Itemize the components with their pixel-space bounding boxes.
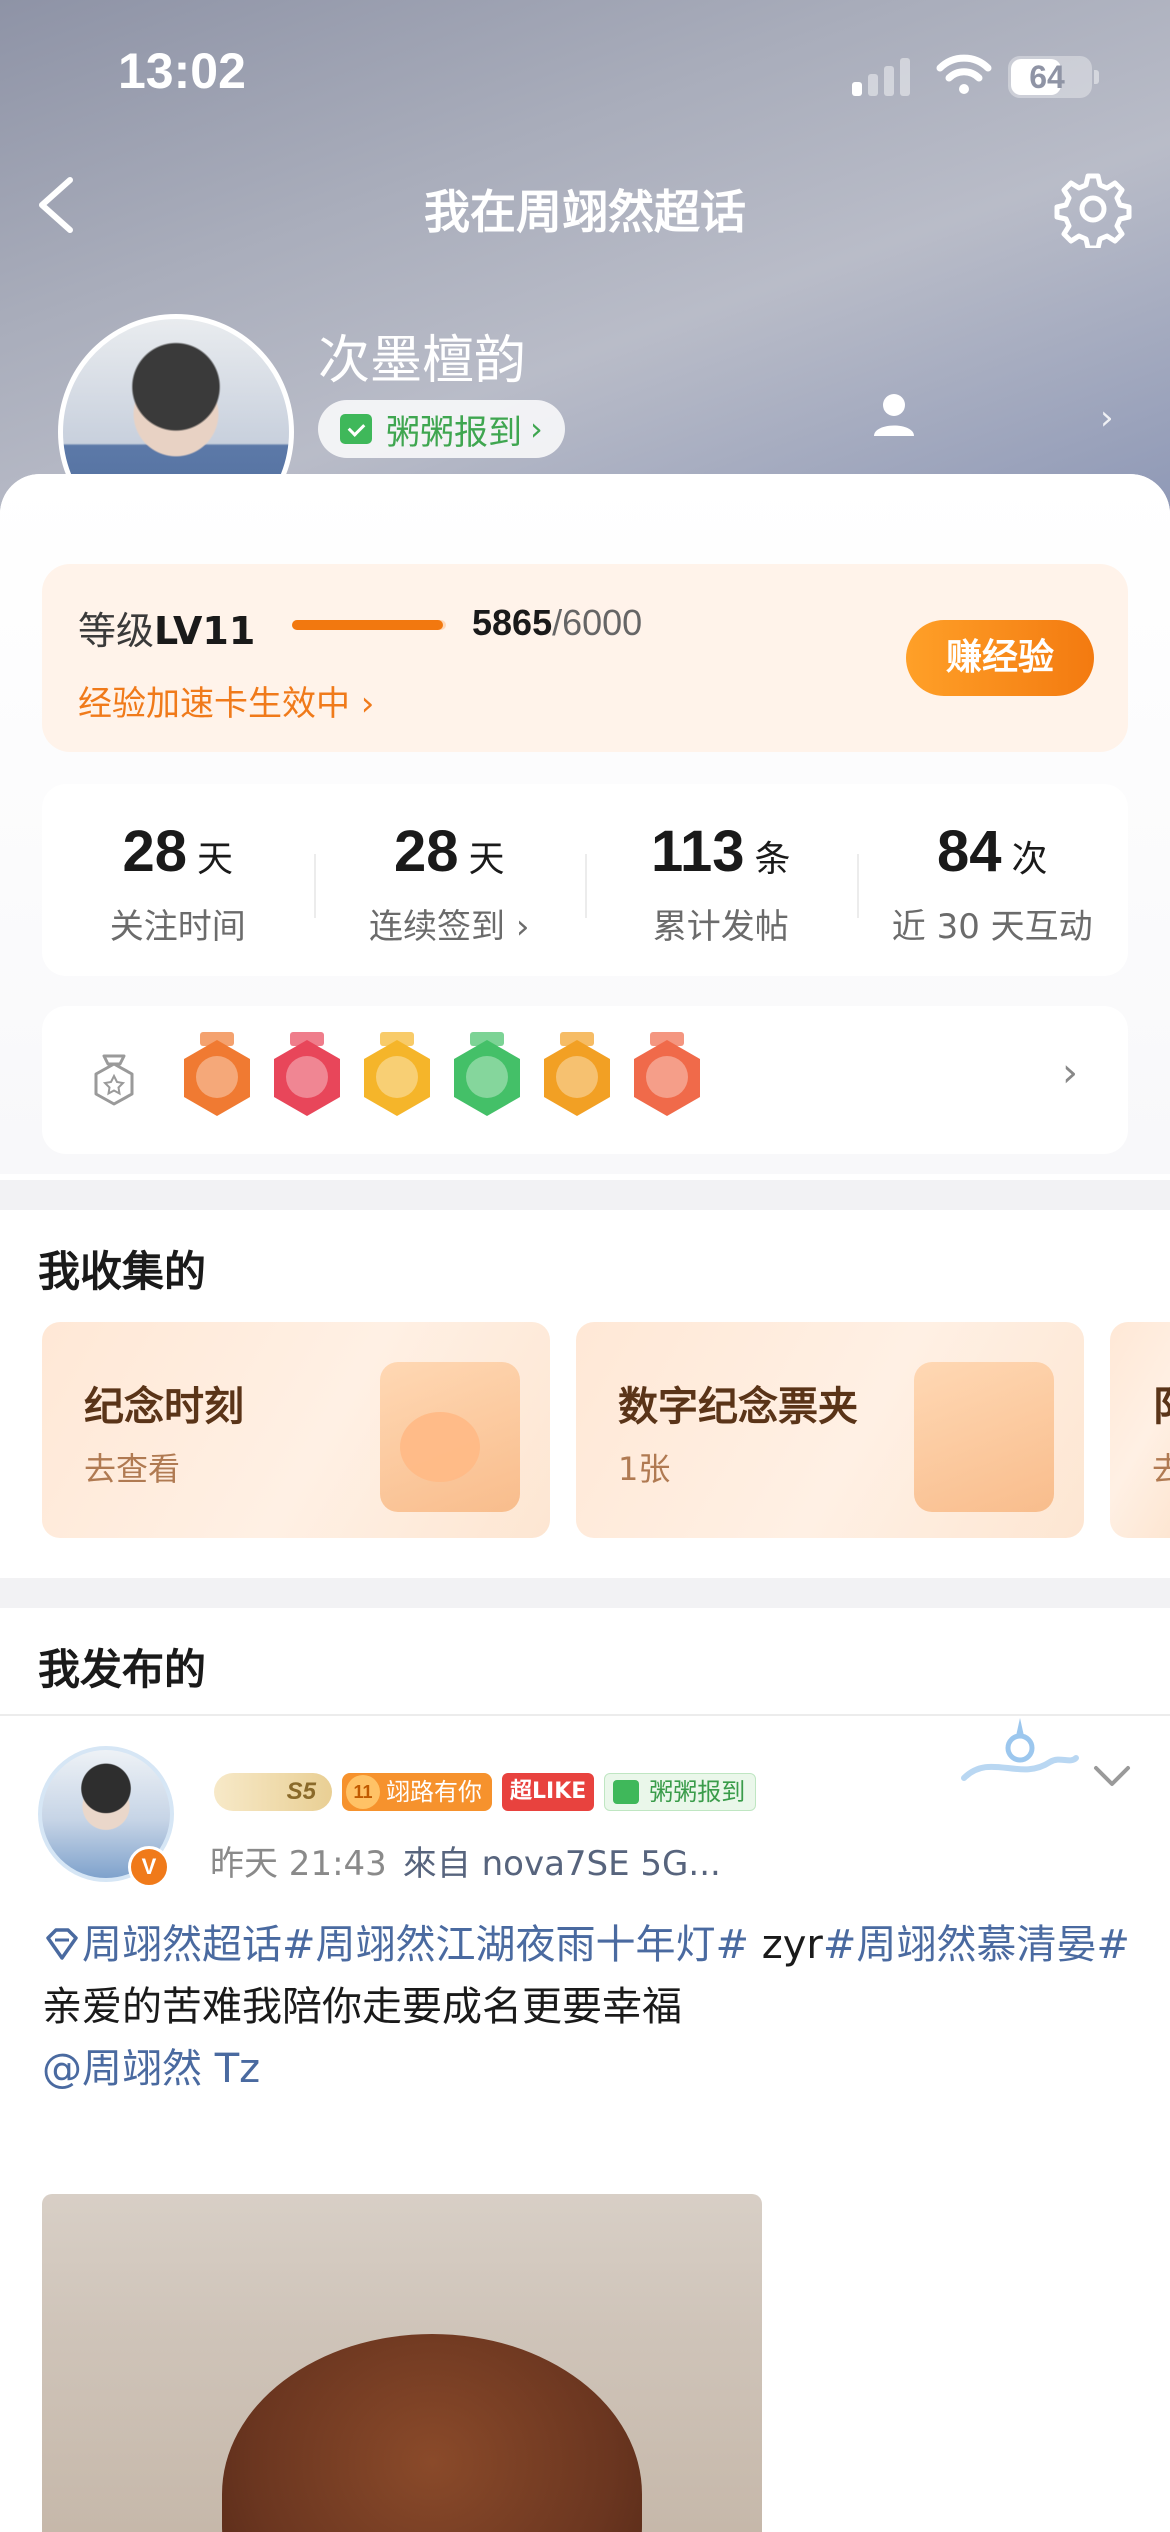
collect-card-subtitle: 去查看: [84, 1450, 181, 1488]
user-name: 次墨檀韵: [318, 331, 527, 391]
badge-core: [286, 1056, 328, 1098]
post-topics-line: 周翊然超话#周翊然江湖夜雨十年灯# zyr#周翊然慕清晏#: [42, 1914, 1132, 1976]
level-progress-bar: [292, 620, 446, 630]
stat-unit: 天: [197, 839, 234, 880]
collections-title: 我收集的: [38, 1247, 207, 1296]
hi-badge[interactable]: [364, 1032, 430, 1122]
badges-row[interactable]: ›: [42, 1006, 1128, 1154]
tag-super-like[interactable]: 超LIKE: [502, 1773, 595, 1811]
post-image[interactable]: [42, 2194, 762, 2532]
decoration-icon: [961, 1718, 1079, 1781]
collect-card-title: 阝: [1152, 1374, 1170, 1432]
post-time: 昨天 21:43: [210, 1844, 387, 1884]
wifi-icon: [936, 54, 992, 94]
status-bar: 13:02 64: [0, 0, 1170, 150]
badge-core: [376, 1056, 418, 1098]
gear-icon[interactable]: [1054, 170, 1132, 248]
post-text-line: 亲爱的苦难我陪你走要成名更要幸福: [42, 1984, 682, 2030]
stat-label: 近 30 天互动: [891, 907, 1093, 947]
chevron-right-icon[interactable]: ›: [1062, 1050, 1078, 1096]
collect-card-subtitle: 去: [1152, 1450, 1170, 1488]
stat-label: 连续签到 ›: [369, 907, 530, 947]
person-icon[interactable]: [872, 392, 916, 438]
stat-unit: 天: [468, 839, 505, 880]
exp-max: /6000: [552, 602, 643, 643]
stat-label: 关注时间: [109, 907, 246, 947]
stat-value: 113: [650, 819, 745, 884]
stat-value: 84: [936, 819, 1002, 884]
battery-icon: 64: [1008, 56, 1092, 98]
level-stats-area: 等级LV11 5865/6000 经验加速卡生效中 › 赚经验 28 天 关注时间…: [0, 474, 1170, 1174]
section-divider: [0, 1180, 1170, 1210]
badge-core: [466, 1056, 508, 1098]
page-title: 我在周翊然超话: [424, 185, 746, 239]
rock-badge[interactable]: [634, 1032, 700, 1122]
collect-card-partial[interactable]: 阝 去: [1110, 1322, 1170, 1538]
ticket-icon: [914, 1362, 1054, 1512]
badge-core: [646, 1056, 688, 1098]
collect-card-moments[interactable]: 纪念时刻 去查看: [42, 1322, 550, 1538]
mention-link[interactable]: @周翊然 Tz: [42, 2038, 1132, 2100]
section-divider: [0, 1578, 1170, 1608]
battery-tip: [1094, 70, 1099, 84]
level-prefix: 等级: [78, 609, 155, 653]
battery-level: 64: [1029, 59, 1065, 95]
post-verified-badge: V: [128, 1846, 170, 1888]
stat-unit: 次: [1011, 839, 1048, 880]
post-tags: S5 翊路有你 超LIKE 粥粥报到: [214, 1770, 757, 1814]
badge-shield-icon: [94, 1054, 134, 1106]
badge-core: [196, 1056, 238, 1098]
trophy-badge[interactable]: [274, 1032, 340, 1122]
level-exp: 5865/6000: [472, 602, 642, 644]
stat-value: 28: [122, 819, 187, 884]
checkin-label: 粥粥报到: [386, 412, 522, 453]
chevron-down-icon[interactable]: [1092, 1764, 1132, 1788]
signal-icon: [852, 56, 916, 96]
post-body: 周翊然超话#周翊然江湖夜雨十年灯# zyr#周翊然慕清晏# 亲爱的苦难我陪你走要…: [42, 1914, 1132, 2100]
posts-title: 我发布的: [38, 1645, 207, 1694]
collect-card-tickets[interactable]: 数字纪念票夹 1张: [576, 1322, 1084, 1538]
status-time: 13:02: [118, 43, 246, 99]
header-chevron-icon[interactable]: ›: [1100, 398, 1114, 438]
stat-unit: 条: [754, 839, 791, 880]
stat-interactions: 84 次 近 30 天互动: [856, 784, 1129, 976]
level-progress-fill: [292, 620, 443, 630]
heart-icon: [400, 1412, 480, 1482]
exp-current: 5865: [472, 602, 553, 643]
topic-link[interactable]: #周翊然慕清晏#: [823, 1922, 1130, 1968]
tag-checkin[interactable]: 粥粥报到: [604, 1773, 757, 1811]
post-text: zyr: [749, 1922, 823, 1968]
checkin-button[interactable]: 粥粥报到 ›: [318, 400, 565, 458]
level-value: LV11: [154, 609, 256, 653]
stat-label: 累计发帖: [652, 907, 789, 947]
tag-s5[interactable]: S5: [214, 1773, 332, 1811]
level-label: 等级LV11: [78, 600, 255, 655]
post-meta: 昨天 21:43 來自 nova7SE 5G...: [210, 1836, 721, 1885]
lv11-badge[interactable]: [184, 1032, 250, 1122]
earn-exp-button[interactable]: 赚经验: [906, 620, 1094, 696]
post-image-subject: [222, 2334, 642, 2532]
cheer-badge[interactable]: [544, 1032, 610, 1122]
hand-badge[interactable]: [454, 1032, 520, 1122]
stats-card: 28 天 关注时间 28 天 连续签到 › 113 条 累计发帖 84 次 近 30 天…: [42, 784, 1128, 976]
calendar-check-icon: [340, 414, 372, 444]
super-topic-icon: [46, 1928, 78, 1960]
topic-link[interactable]: 周翊然超话#周翊然江湖夜雨十年灯#: [82, 1922, 749, 1968]
collect-card-subtitle: 1张: [618, 1450, 671, 1488]
collect-card-title: 数字纪念票夹: [618, 1384, 858, 1430]
stat-checkin-streak[interactable]: 28 天 连续签到 ›: [313, 784, 586, 976]
tag-fan-level[interactable]: 翊路有你: [342, 1773, 492, 1811]
stat-value: 28: [393, 819, 459, 884]
exp-accel-link[interactable]: 经验加速卡生效中 ›: [78, 676, 374, 725]
level-card: 等级LV11 5865/6000 经验加速卡生效中 › 赚经验: [42, 564, 1128, 752]
post-source[interactable]: 來自 nova7SE 5G...: [403, 1844, 721, 1884]
badge-core: [556, 1056, 598, 1098]
stat-total-posts: 113 条 累计发帖: [585, 784, 857, 976]
chevron-right-icon: ›: [530, 410, 543, 448]
collect-card-title: 纪念时刻: [84, 1384, 244, 1430]
stat-follow-days: 28 天 关注时间: [42, 784, 314, 976]
